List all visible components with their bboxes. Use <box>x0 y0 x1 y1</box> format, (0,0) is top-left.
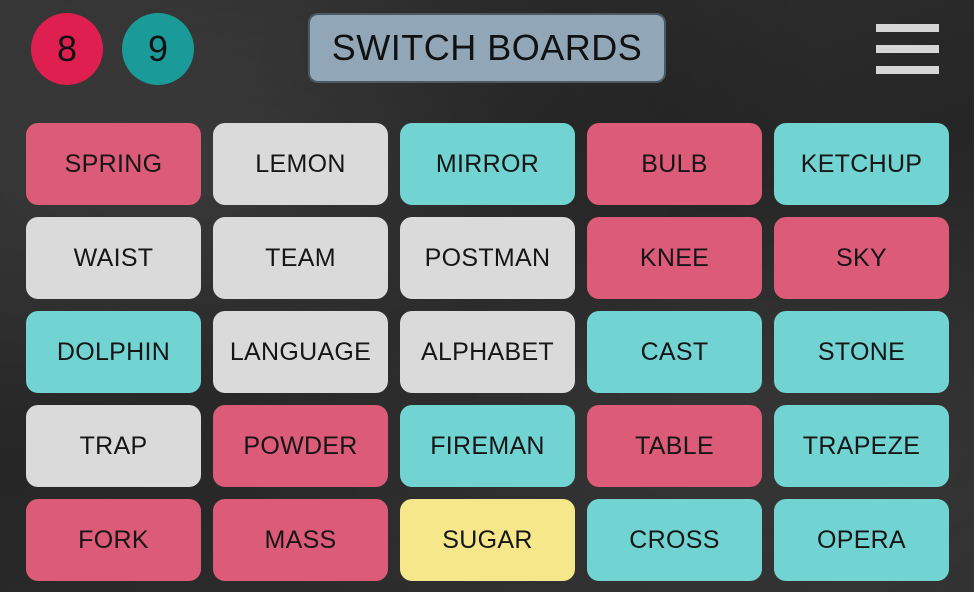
word-board: SPRING LEMON MIRROR BULB KETCHUP WAIST TEAM POS… <box>26 123 949 581</box>
word-card-mass[interactable]: MASS <box>213 499 388 581</box>
word-card-ketchup[interactable]: KETCHUP <box>774 123 949 205</box>
word-card-alphabet[interactable]: ALPHABET <box>400 311 575 393</box>
word-card-cross[interactable]: CROSS <box>587 499 762 581</box>
word-card-postman[interactable]: POSTMAN <box>400 217 575 299</box>
word-card-trapeze[interactable]: TRAPEZE <box>774 405 949 487</box>
word-card-trap[interactable]: TRAP <box>26 405 201 487</box>
word-card-bulb[interactable]: BULB <box>587 123 762 205</box>
teal-team-score: 9 <box>122 13 194 85</box>
hamburger-menu-icon[interactable] <box>876 24 939 74</box>
red-team-score: 8 <box>31 13 103 85</box>
word-card-opera[interactable]: OPERA <box>774 499 949 581</box>
word-card-sky[interactable]: SKY <box>774 217 949 299</box>
word-card-lemon[interactable]: LEMON <box>213 123 388 205</box>
word-card-team[interactable]: TEAM <box>213 217 388 299</box>
word-card-sugar[interactable]: SUGAR <box>400 499 575 581</box>
word-card-fork[interactable]: FORK <box>26 499 201 581</box>
word-card-fireman[interactable]: FIREMAN <box>400 405 575 487</box>
word-card-table[interactable]: TABLE <box>587 405 762 487</box>
word-card-language[interactable]: LANGUAGE <box>213 311 388 393</box>
word-card-waist[interactable]: WAIST <box>26 217 201 299</box>
word-card-knee[interactable]: KNEE <box>587 217 762 299</box>
word-card-spring[interactable]: SPRING <box>26 123 201 205</box>
word-card-cast[interactable]: CAST <box>587 311 762 393</box>
word-card-mirror[interactable]: MIRROR <box>400 123 575 205</box>
word-card-stone[interactable]: STONE <box>774 311 949 393</box>
word-card-powder[interactable]: POWDER <box>213 405 388 487</box>
switch-boards-button[interactable]: SWITCH BOARDS <box>308 13 666 83</box>
word-card-dolphin[interactable]: DOLPHIN <box>26 311 201 393</box>
